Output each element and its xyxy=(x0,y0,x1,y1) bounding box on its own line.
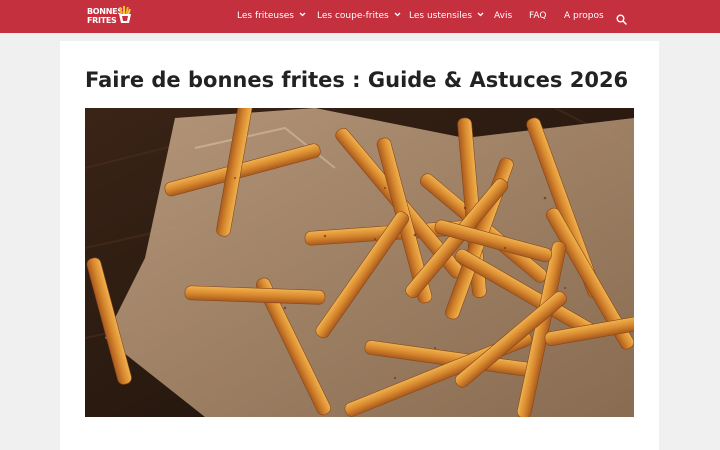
nav-item-friteuses[interactable]: Les friteuses xyxy=(237,10,306,24)
site-header: BONNES FRITES Les friteuses Les coupe-fr… xyxy=(0,0,720,33)
search-button[interactable] xyxy=(616,10,628,25)
nav-item-label: Les ustensiles xyxy=(409,11,473,21)
search-icon xyxy=(616,14,627,25)
nav-item-coupe-frites[interactable]: Les coupe-frites xyxy=(317,10,401,24)
nav-item-a-propos[interactable]: A propos xyxy=(564,10,604,24)
site-logo[interactable]: BONNES FRITES xyxy=(87,5,135,27)
fries-photo xyxy=(85,108,634,417)
intro-paragraph-fragment xyxy=(85,440,634,450)
nav-item-avis[interactable]: Avis xyxy=(494,10,512,24)
hero-image xyxy=(85,108,634,417)
nav-item-label: A propos xyxy=(564,11,604,21)
fries-logo-icon xyxy=(119,6,131,23)
nav-item-label: Avis xyxy=(494,11,513,21)
page-title: Faire de bonnes frites : Guide & Astuces… xyxy=(85,68,629,92)
chevron-down-icon xyxy=(477,12,484,17)
nav-item-label: FAQ xyxy=(529,11,547,21)
chevron-down-icon xyxy=(394,12,401,17)
chevron-down-icon xyxy=(299,12,306,17)
logo-line-2: FRITES xyxy=(87,16,117,25)
nav-item-ustensiles[interactable]: Les ustensiles xyxy=(409,10,484,24)
nav-item-label: Les friteuses xyxy=(237,11,294,21)
nav-item-label: Les coupe-frites xyxy=(317,11,389,21)
nav-item-faq[interactable]: FAQ xyxy=(529,10,546,24)
